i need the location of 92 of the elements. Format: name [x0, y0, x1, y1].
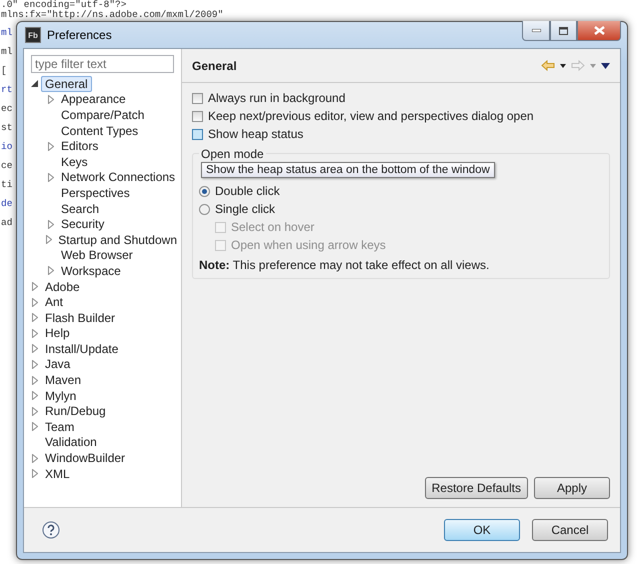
expand-triangle-icon[interactable]	[32, 328, 38, 338]
code-fragment: ad	[1, 218, 12, 228]
expand-triangle-icon[interactable]	[32, 313, 38, 322]
help-icon[interactable]	[42, 521, 60, 539]
code-fragment: [	[1, 66, 7, 76]
page-title: General	[192, 58, 238, 72]
dialog-button[interactable]: OK	[444, 519, 520, 541]
tree-item[interactable]: Workspace	[57, 262, 125, 279]
radio-label: Single click	[215, 202, 276, 216]
code-fragment: io	[1, 142, 12, 152]
group-legend: Open mode	[199, 147, 266, 161]
close-icon	[594, 26, 604, 35]
checkbox-label: Show heap status	[208, 127, 304, 141]
expand-triangle-icon[interactable]	[48, 142, 54, 151]
tree-item[interactable]: Maven	[41, 372, 86, 388]
expand-triangle-icon[interactable]	[32, 391, 38, 400]
view-menu-icon[interactable]	[601, 62, 610, 68]
code-fragment: de	[1, 199, 12, 209]
page-button[interactable]: Apply	[534, 477, 610, 499]
window-title: Preferences	[47, 28, 113, 42]
tree-item[interactable]: Search	[57, 200, 104, 217]
tree-item[interactable]: XML	[41, 466, 74, 482]
code-fragment: st	[1, 123, 12, 133]
note-text: Note: This preference may not take effect on all views.	[199, 258, 490, 272]
back-arrow-icon[interactable]	[541, 60, 555, 71]
expand-triangle-icon[interactable]	[46, 235, 52, 244]
checkbox-label: Keep next/previous editor, view and perspectives dialog open	[208, 109, 534, 123]
tree-item[interactable]: Keys	[57, 154, 92, 170]
code-fragment: ml	[1, 28, 12, 38]
tree-item[interactable]: Validation	[41, 434, 101, 450]
tree-item[interactable]: Startup and Shutdown	[54, 232, 181, 248]
app-icon: Fb	[25, 27, 41, 43]
minimize-button[interactable]	[522, 21, 550, 41]
expand-triangle-icon[interactable]	[32, 454, 38, 463]
close-button[interactable]	[577, 21, 621, 41]
expand-triangle-icon[interactable]	[32, 469, 38, 478]
tree-item[interactable]: Web Browser	[57, 247, 137, 264]
tree-item[interactable]: Flash Builder	[41, 310, 120, 326]
tree-item[interactable]: Mylyn	[41, 388, 80, 404]
code-line: .0" encoding="utf-8"?>	[1, 0, 126, 10]
tree-item[interactable]: Network Connections	[57, 169, 180, 186]
code-fragment: ce	[1, 161, 12, 171]
checkbox-label: Select on hover	[231, 220, 314, 234]
tree-item[interactable]: Security	[57, 216, 108, 232]
expand-triangle-icon[interactable]	[32, 344, 38, 354]
forward-arrow-icon[interactable]	[571, 60, 585, 71]
dropdown-icon[interactable]	[560, 64, 566, 68]
code-fragment: ti	[1, 180, 12, 190]
checkbox-label: Always run in background	[208, 91, 346, 105]
maximize-button[interactable]	[550, 21, 577, 41]
collapse-triangle-icon[interactable]	[31, 80, 38, 88]
checkbox[interactable]	[192, 128, 203, 140]
page-button[interactable]: Restore Defaults	[424, 477, 528, 499]
tree-item[interactable]: Java	[41, 356, 74, 372]
radio-label: Double click	[215, 184, 280, 198]
tree-item[interactable]: Editors	[57, 138, 102, 154]
checkbox-label: Open when using arrow keys	[231, 238, 386, 252]
expand-triangle-icon[interactable]	[32, 298, 38, 307]
code-fragment: ml	[1, 47, 12, 57]
expand-triangle-icon[interactable]	[32, 360, 38, 369]
tree-item[interactable]: Help	[41, 325, 74, 342]
tree-item[interactable]: Install/Update	[41, 340, 122, 357]
minimize-icon	[532, 29, 540, 32]
tree-item[interactable]: Ant	[41, 294, 68, 310]
expand-triangle-icon[interactable]	[48, 220, 54, 229]
code-fragment: ec	[1, 104, 12, 114]
filter-field[interactable]: type filter text	[31, 55, 174, 73]
tree-item[interactable]: Adobe	[41, 278, 84, 295]
expand-triangle-icon[interactable]	[32, 422, 38, 432]
tree-item[interactable]: Content Types	[57, 122, 142, 139]
expand-triangle-icon[interactable]	[48, 94, 54, 104]
expand-triangle-icon[interactable]	[32, 376, 38, 385]
tree-item[interactable]: Appearance	[57, 91, 130, 108]
expand-triangle-icon[interactable]	[48, 266, 54, 276]
tree-item[interactable]: Team	[41, 418, 78, 435]
code-line: mlns:fx="http://ns.adobe.com/mxml/2009"	[1, 10, 224, 20]
maximize-icon	[559, 26, 568, 34]
radio-button[interactable]	[199, 204, 210, 214]
tooltip: Show the heap status area on the bottom of the window	[201, 162, 495, 178]
tree-item[interactable]: WindowBuilder	[41, 450, 130, 466]
tree-item[interactable]: Perspectives	[57, 184, 134, 201]
tree-item[interactable]: Run/Debug	[41, 403, 110, 420]
checkbox[interactable]	[192, 92, 203, 104]
code-fragment: rt	[1, 85, 12, 95]
expand-triangle-icon[interactable]	[32, 282, 38, 292]
radio-button[interactable]	[199, 186, 210, 196]
checkbox[interactable]	[192, 110, 203, 122]
dialog-button[interactable]: Cancel	[532, 519, 608, 541]
expand-triangle-icon[interactable]	[32, 406, 38, 416]
expand-triangle-icon[interactable]	[48, 172, 54, 182]
tree-item[interactable]: General	[41, 76, 92, 92]
tree-item[interactable]: Compare/Patch	[57, 106, 148, 123]
